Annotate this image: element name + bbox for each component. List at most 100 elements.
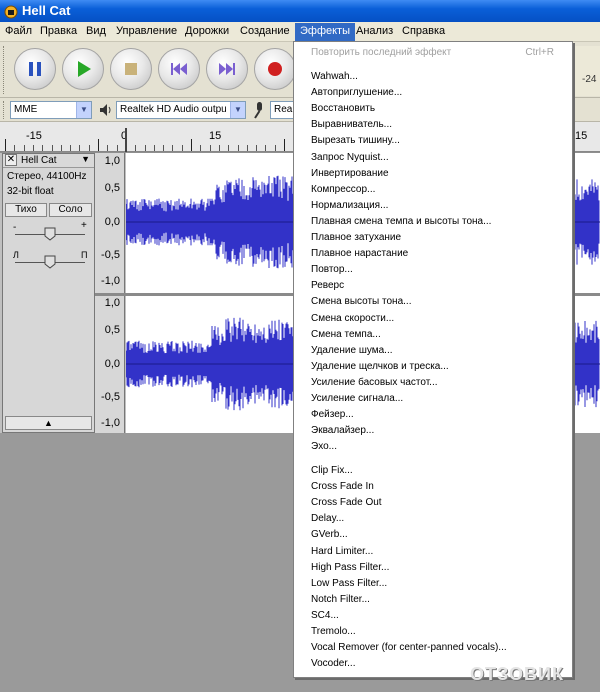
menu-item-effect[interactable]: Эквалайзер... — [311, 425, 374, 436]
play-button[interactable] — [62, 48, 104, 90]
menu-item-effect[interactable]: Wahwah... — [311, 71, 358, 82]
close-icon[interactable]: ✕ — [5, 154, 17, 166]
menu-item-effect[interactable]: Нормализация... — [311, 200, 388, 211]
menu-transport[interactable]: Управление — [116, 25, 177, 37]
level-meter[interactable]: -24 — [572, 46, 600, 96]
output-device-select[interactable]: Realtek HD Audio outpu ▼ — [116, 101, 246, 119]
menu-separator — [296, 65, 570, 66]
menu-edit[interactable]: Правка — [40, 25, 77, 37]
menu-item-effect[interactable]: SC4... — [311, 610, 339, 621]
menu-item-effect[interactable]: Эхо... — [311, 441, 337, 452]
menu-item-effect[interactable]: Реверс — [311, 280, 344, 291]
ruler-tick — [14, 145, 16, 151]
menu-item-effect[interactable]: Автоприглушение... — [311, 87, 402, 98]
microphone-icon — [254, 102, 262, 119]
scale-label: 0,0 — [104, 216, 120, 228]
collapse-track-button[interactable]: ▲ — [5, 416, 92, 430]
ruler-tick — [274, 145, 276, 151]
menu-item-effect[interactable]: Delay... — [311, 513, 344, 524]
gain-minus-label: - — [13, 222, 17, 233]
menu-item-effect[interactable]: Hard Limiter... — [311, 546, 373, 557]
menu-item-effect[interactable]: Vocoder... — [311, 658, 355, 669]
ruler-tick — [191, 139, 192, 151]
solo-button[interactable]: Соло — [49, 203, 92, 217]
scale-label: 1,0 — [104, 297, 120, 309]
pan-right-label: П — [81, 250, 88, 260]
track-menu-chevron-icon[interactable]: ▼ — [81, 154, 90, 164]
menu-item-effect[interactable]: Удаление шума... — [311, 345, 393, 356]
playback-cursor[interactable] — [125, 128, 127, 152]
ruler-tick — [70, 145, 72, 151]
ruler-tick — [228, 145, 230, 151]
record-button[interactable] — [254, 48, 296, 90]
skip-to-end-button[interactable] — [206, 48, 248, 90]
gain-slider-thumb-icon[interactable] — [44, 227, 56, 241]
menu-item-effect[interactable]: Смена скорости... — [311, 313, 394, 324]
menu-item-effect[interactable]: Усиление сигнала... — [311, 393, 403, 404]
menu-item-effect[interactable]: Clip Fix... — [311, 465, 353, 476]
menu-item-effect[interactable]: Плавная смена темпа и высоты тона... — [311, 216, 491, 227]
track-format: Стерео, 44100Hz — [7, 171, 87, 182]
menu-item-effect[interactable]: Cross Fade Out — [311, 497, 382, 508]
menu-item-effect[interactable]: Cross Fade In — [311, 481, 374, 492]
menu-effects[interactable]: Эффекты — [295, 23, 356, 41]
scale-label: -0,5 — [101, 249, 120, 261]
skip-end-icon — [219, 63, 235, 75]
menu-item-effect[interactable]: Плавное нарастание — [311, 248, 408, 259]
ruler-tick — [116, 145, 118, 151]
menu-item-effect[interactable]: Выравниватель... — [311, 119, 392, 130]
scale-label: 1,0 — [104, 155, 120, 167]
ruler-tick — [246, 145, 248, 151]
menu-bar: Файл Правка Вид Управление Дорожки Созда… — [0, 22, 600, 42]
menu-item-effect[interactable]: Запрос Nyquist... — [311, 152, 389, 163]
pan-slider-thumb-icon[interactable] — [44, 255, 56, 269]
menu-analyze[interactable]: Анализ — [356, 25, 393, 37]
pause-icon — [29, 62, 41, 76]
menu-item-effect[interactable]: GVerb... — [311, 529, 348, 540]
menu-item-effect[interactable]: Инвертирование — [311, 168, 389, 179]
menu-item-effect[interactable]: Восстановить — [311, 103, 375, 114]
track-bitdepth: 32-bit float — [7, 186, 54, 197]
menu-item-effect[interactable]: Удаление щелчков и треска... — [311, 361, 449, 372]
menu-item-effect[interactable]: Vocal Remover (for center-panned vocals)… — [311, 642, 507, 653]
stop-button[interactable] — [110, 48, 152, 90]
menu-file[interactable]: Файл — [5, 25, 32, 37]
menu-separator — [296, 459, 570, 460]
scale-label: 0,5 — [104, 182, 120, 194]
menu-generate[interactable]: Создание — [240, 25, 290, 37]
play-icon — [78, 61, 91, 77]
menu-item-effect[interactable]: Вырезать тишину... — [311, 135, 400, 146]
ruler-tick — [79, 145, 81, 151]
menu-item-effect[interactable]: Tremolo... — [311, 626, 356, 637]
track-name[interactable]: Hell Cat — [21, 155, 57, 166]
ruler-tick — [32, 145, 34, 151]
menu-item-effect[interactable]: Фейзер... — [311, 409, 354, 420]
menu-item-effect[interactable]: Плавное затухание — [311, 232, 401, 243]
menu-view[interactable]: Вид — [86, 25, 106, 37]
menu-help[interactable]: Справка — [402, 25, 445, 37]
menu-item-effect[interactable]: Смена высоты тона... — [311, 296, 411, 307]
menu-tracks[interactable]: Дорожки — [185, 25, 229, 37]
ruler-tick — [256, 145, 258, 151]
menu-item-effect[interactable]: Low Pass Filter... — [311, 578, 387, 589]
device-toolbar-grip[interactable] — [3, 101, 6, 119]
ruler-tick — [5, 139, 6, 151]
chevron-down-icon: ▼ — [230, 102, 245, 118]
menu-item-effect[interactable]: Компрессор... — [311, 184, 375, 195]
audio-host-value: MME — [14, 104, 38, 115]
audio-host-select[interactable]: MME ▼ — [10, 101, 92, 119]
menu-item-effect[interactable]: Усиление басовых частот... — [311, 377, 438, 388]
ruler-tick — [218, 145, 220, 151]
menu-item-effect[interactable]: High Pass Filter... — [311, 562, 389, 573]
menu-item-effect[interactable]: Notch Filter... — [311, 594, 370, 605]
skip-to-start-button[interactable] — [158, 48, 200, 90]
ruler-tick — [172, 145, 174, 151]
scale-label: -0,5 — [101, 391, 120, 403]
pause-button[interactable] — [14, 48, 56, 90]
toolbar-grip[interactable] — [3, 46, 6, 94]
ruler-tick — [237, 145, 239, 151]
effects-menu: Повторить последний эффект Ctrl+R Wahwah… — [293, 41, 573, 678]
mute-button[interactable]: Тихо — [5, 203, 47, 217]
menu-item-effect[interactable]: Повтор... — [311, 264, 353, 275]
menu-item-effect[interactable]: Смена темпа... — [311, 329, 381, 340]
